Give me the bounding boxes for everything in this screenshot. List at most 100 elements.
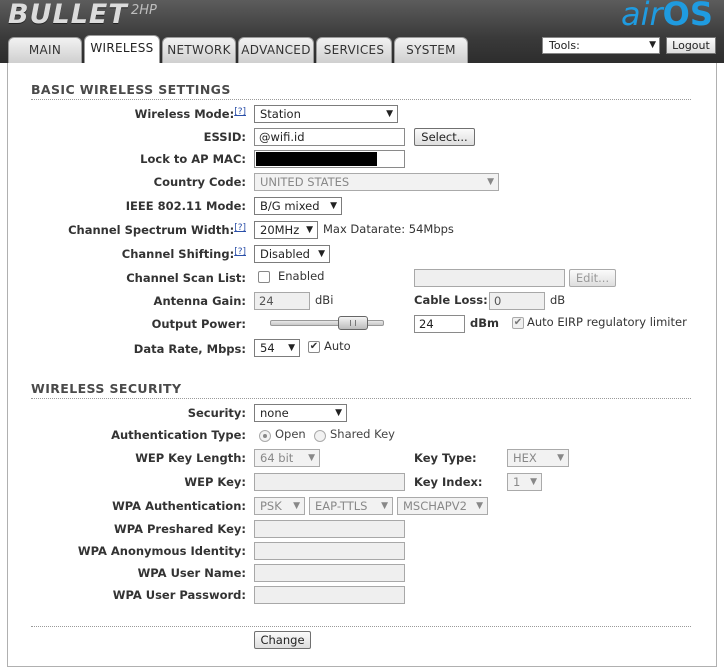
wireless-mode-select[interactable]: Station ▼ (254, 105, 398, 123)
essid-label: ESSID: (203, 130, 246, 144)
data-rate-select[interactable]: 54 ▼ (254, 339, 300, 357)
tools-dropdown[interactable]: Tools: ▼ (542, 37, 660, 54)
chevron-down-icon: ▼ (557, 453, 564, 463)
chevron-down-icon: ▼ (381, 501, 388, 511)
section-title-basic: BASIC WIRELESS SETTINGS (31, 82, 231, 97)
key-type-label: Key Type: (414, 451, 477, 465)
wpa-psk-select: PSK ▼ (254, 497, 305, 515)
logout-button[interactable]: Logout (666, 37, 716, 54)
cable-loss-input: 0 (489, 292, 545, 310)
cable-loss-unit: dB (550, 293, 566, 307)
lock-ap-mac-input[interactable] (254, 150, 405, 168)
cable-loss-label: Cable Loss: (414, 293, 488, 307)
wpa-mschap-select: MSCHAPV2 ▼ (397, 497, 488, 515)
select-button[interactable]: Select... (414, 128, 475, 146)
output-power-label: Output Power: (151, 317, 246, 331)
divider (31, 398, 691, 399)
grip-icon (350, 320, 356, 326)
channel-width-label: Channel Spectrum Width:[?] (68, 223, 246, 237)
wep-key-length-label: WEP Key Length: (135, 451, 246, 465)
chevron-down-icon: ▼ (288, 343, 295, 353)
chevron-down-icon: ▼ (530, 477, 537, 487)
chevron-down-icon: ▼ (335, 408, 342, 418)
divider (31, 99, 691, 100)
chevron-down-icon: ▼ (293, 501, 300, 511)
channel-width-select[interactable]: 20MHz ▼ (254, 221, 318, 239)
tab-wireless[interactable]: WIRELESS (84, 35, 160, 64)
product-logo: BULLET (8, 0, 128, 30)
auth-shared-label: Shared Key (330, 427, 395, 441)
tab-services[interactable]: SERVICES (316, 37, 392, 63)
auto-rate-checkbox[interactable]: ✔ (308, 341, 320, 353)
chevron-down-icon: ▼ (649, 40, 656, 50)
wpa-user-label: WPA User Name: (137, 566, 246, 580)
tab-advanced[interactable]: ADVANCED (238, 37, 314, 63)
wpa-pass-input (254, 586, 405, 604)
key-type-select: HEX ▼ (507, 449, 569, 467)
chevron-down-icon: ▼ (487, 177, 494, 187)
help-link[interactable]: [?] (234, 247, 246, 257)
edit-button: Edit... (569, 269, 616, 287)
wpa-anon-label: WPA Anonymous Identity: (77, 544, 246, 558)
antenna-gain-label: Antenna Gain: (153, 294, 246, 308)
auth-shared-radio (314, 430, 326, 442)
channel-scan-label: Channel Scan List: (126, 271, 246, 285)
wep-key-length-select: 64 bit ▼ (254, 449, 320, 467)
channel-scan-input (414, 269, 565, 287)
help-link[interactable]: [?] (234, 107, 246, 117)
data-rate-label: Data Rate, Mbps: (133, 342, 246, 356)
divider (31, 626, 691, 627)
tab-system[interactable]: SYSTEM (394, 37, 468, 63)
wpa-anon-input (254, 542, 405, 560)
section-title-security: WIRELESS SECURITY (31, 381, 182, 396)
channel-shifting-label: Channel Shifting:[?] (121, 247, 246, 261)
wpa-auth-label: WPA Authentication: (112, 499, 246, 513)
lock-ap-mac-label: Lock to AP MAC: (140, 152, 246, 166)
channel-shifting-select[interactable]: Disabled ▼ (254, 245, 330, 263)
wpa-pass-label: WPA User Password: (112, 588, 246, 602)
wpa-psk-input (254, 520, 405, 538)
help-link[interactable]: [?] (234, 223, 246, 233)
channel-scan-checkbox[interactable] (258, 271, 270, 283)
auth-open-label: Open (275, 427, 306, 441)
antenna-gain-unit: dBi (315, 293, 334, 307)
max-datarate-text: Max Datarate: 54Mbps (323, 222, 454, 236)
auto-rate-label: Auto (324, 339, 351, 353)
security-select[interactable]: none ▼ (254, 404, 347, 422)
ieee-mode-select[interactable]: B/G mixed ▼ (254, 197, 342, 215)
ieee-mode-label: IEEE 802.11 Mode: (125, 199, 246, 213)
key-index-label: Key Index: (414, 475, 483, 489)
essid-input[interactable]: @wifi.id (254, 128, 405, 146)
security-label: Security: (187, 406, 246, 420)
eirp-label: Auto EIRP regulatory limiter (527, 315, 687, 329)
wpa-user-input (254, 564, 405, 582)
change-button[interactable]: Change (254, 631, 311, 649)
enabled-label: Enabled (278, 269, 325, 283)
chevron-down-icon: ▼ (476, 501, 483, 511)
model-label: 2HP (131, 3, 157, 18)
output-power-unit: dBm (470, 316, 499, 330)
chevron-down-icon: ▼ (318, 249, 325, 259)
eirp-checkbox: ✔ (512, 317, 524, 329)
chevron-down-icon: ▼ (306, 225, 313, 235)
country-code-select: UNITED STATES ▼ (254, 173, 499, 191)
chevron-down-icon: ▼ (330, 201, 337, 211)
wireless-mode-label: Wireless Mode:[?] (134, 107, 246, 121)
wpa-psk-label: WPA Preshared Key: (114, 522, 246, 536)
wep-key-label: WEP Key: (184, 475, 246, 489)
chevron-down-icon: ▼ (386, 109, 393, 119)
auth-type-label: Authentication Type: (111, 428, 246, 442)
country-code-label: Country Code: (153, 175, 246, 189)
auth-open-radio (259, 430, 271, 442)
slider-handle[interactable] (338, 316, 368, 330)
chevron-down-icon: ▼ (308, 453, 315, 463)
wep-key-input (254, 473, 405, 491)
output-power-input[interactable]: 24 (414, 315, 465, 333)
antenna-gain-input: 24 (254, 292, 310, 310)
tab-main[interactable]: MAIN (8, 37, 82, 63)
key-index-select: 1 ▼ (507, 473, 542, 491)
redacted-mac (256, 152, 377, 166)
wpa-eap-select: EAP-TTLS ▼ (309, 497, 393, 515)
airos-logo: airOS (621, 0, 713, 33)
tab-network[interactable]: NETWORK (162, 37, 236, 63)
